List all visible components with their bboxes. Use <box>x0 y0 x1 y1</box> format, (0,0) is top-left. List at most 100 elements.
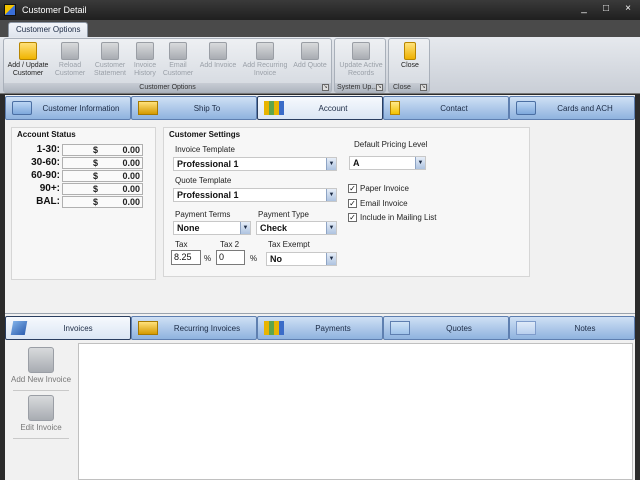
tax-percent-sign: % <box>204 254 212 263</box>
select-value: No <box>270 254 282 264</box>
history-icon <box>136 42 154 60</box>
box-icon <box>138 101 158 115</box>
divider <box>13 438 69 439</box>
tab-contact[interactable]: Contact <box>383 96 509 120</box>
pricing-level-select[interactable]: A ▼ <box>349 156 426 170</box>
payment-type-select[interactable]: Check ▼ <box>256 221 337 235</box>
tax-exempt-label: Tax Exempt <box>268 240 310 249</box>
add-update-customer-button[interactable]: Add / Update Customer <box>6 41 50 83</box>
currency-symbol: $ <box>93 145 99 155</box>
email-invoice-checkbox[interactable]: ✓ <box>348 199 357 208</box>
amount-value: 0.00 <box>122 184 140 194</box>
app-icon <box>4 4 16 16</box>
tab-invoices[interactable]: Invoices <box>5 316 131 340</box>
minimize-button[interactable]: _ <box>578 3 590 15</box>
currency-symbol: $ <box>93 197 99 207</box>
button-label: Edit Invoice <box>20 423 62 432</box>
tab-label: Cards and ACH <box>557 103 613 113</box>
add-invoice-icon <box>209 42 227 60</box>
box-icon <box>138 321 158 335</box>
tax2-input[interactable]: 0 <box>216 250 245 265</box>
ribbon: Add / Update Customer Reload Customer Cu… <box>0 37 640 94</box>
currency-symbol: $ <box>93 184 99 194</box>
quote-template-select[interactable]: Professional 1 ▼ <box>173 188 337 202</box>
close-button[interactable]: Close <box>390 41 430 83</box>
tab-label: Contact <box>440 103 468 113</box>
dialog-launcher-icon[interactable]: ↘ <box>376 84 383 91</box>
add-invoice-button[interactable]: Add Invoice <box>196 41 240 83</box>
tax-input[interactable]: 8.25 <box>171 250 201 265</box>
account-row: 30-60: $ 0.00 <box>12 157 157 169</box>
tab-quotes[interactable]: Quotes <box>383 316 509 340</box>
tax-exempt-select[interactable]: No ▼ <box>266 252 337 266</box>
paper-invoice-checkbox[interactable]: ✓ <box>348 184 357 193</box>
ribbon-group-close: Close Close ↘ <box>388 38 430 93</box>
button-label: Add / Update <box>7 62 49 69</box>
chevron-down-icon: ▼ <box>240 222 250 234</box>
tab-account[interactable]: Account <box>257 96 383 120</box>
ribbon-group-system-update: Update Active Records System Up... ↘ <box>334 38 386 93</box>
tab-notes[interactable]: Notes <box>509 316 635 340</box>
divider <box>13 390 69 391</box>
close-window-button[interactable]: × <box>622 3 634 15</box>
ribbon-tab-customer-options[interactable]: Customer Options <box>8 22 89 38</box>
amount-value: 0.00 <box>122 197 140 207</box>
tab-ship-to[interactable]: Ship To <box>131 96 257 120</box>
dialog-launcher-icon[interactable]: ↘ <box>322 84 329 91</box>
tab-customer-information[interactable]: Customer Information <box>5 96 131 120</box>
maximize-button[interactable]: □ <box>600 3 612 15</box>
button-label: Customer <box>12 70 44 77</box>
pricing-level-label: Default Pricing Level <box>354 140 428 149</box>
add-recurring-invoice-button[interactable]: Add Recurring Invoice <box>240 41 290 83</box>
chevron-down-icon: ▼ <box>415 157 425 169</box>
button-label: Statement <box>94 70 126 77</box>
update-active-records-button[interactable]: Update Active Records <box>337 41 385 83</box>
edit-invoice-button[interactable]: Edit Invoice <box>9 395 73 432</box>
invoice-template-select[interactable]: Professional 1 ▼ <box>173 157 337 171</box>
tax2-label: Tax 2 <box>220 240 240 249</box>
tab-label: Payments <box>315 323 351 333</box>
button-label: Customer <box>94 62 126 69</box>
amount-value: 0.00 <box>122 158 140 168</box>
button-label: Add Quote <box>293 62 327 69</box>
select-value: Professional 1 <box>177 190 239 200</box>
mailing-list-checkbox[interactable]: ✓ <box>348 213 357 222</box>
tab-recurring-invoices[interactable]: Recurring Invoices <box>131 316 257 340</box>
customer-statement-button[interactable]: Customer Statement <box>90 41 130 83</box>
button-label: Reload <box>58 62 82 69</box>
invoice-template-label: Invoice Template <box>175 145 235 154</box>
customer-settings-box: Customer Settings Invoice Template Profe… <box>163 127 530 277</box>
chevron-down-icon: ▼ <box>326 253 336 265</box>
tab-cards-and-ach[interactable]: Cards and ACH <box>509 96 635 120</box>
tab-payments[interactable]: Payments <box>257 316 383 340</box>
row-label: 90+: <box>39 183 60 194</box>
customer-settings-title: Customer Settings <box>169 130 241 139</box>
note-icon <box>516 321 536 335</box>
invoice-history-button[interactable]: Invoice History <box>128 41 162 83</box>
invoice-list[interactable] <box>78 343 633 480</box>
button-label: Invoice <box>253 70 277 77</box>
reload-customer-button[interactable]: Reload Customer <box>52 41 88 83</box>
currency-symbol: $ <box>93 171 99 181</box>
chart-icon <box>264 101 284 115</box>
update-icon <box>352 42 370 60</box>
amount-field: $ 0.00 <box>62 170 143 182</box>
account-row: BAL: $ 0.00 <box>12 196 157 208</box>
close-door-icon <box>404 42 416 60</box>
payment-terms-select[interactable]: None ▼ <box>173 221 251 235</box>
amount-field: $ 0.00 <box>62 157 143 169</box>
document-tabs: Invoices Recurring Invoices Payments Quo… <box>5 315 635 341</box>
dialog-launcher-icon[interactable]: ↘ <box>420 84 427 91</box>
tax-label: Tax <box>175 240 188 249</box>
add-new-invoice-button[interactable]: Add New Invoice <box>9 347 73 384</box>
button-label: Customer <box>54 70 86 77</box>
tab-label: Quotes <box>446 323 472 333</box>
button-label: Records <box>347 70 375 77</box>
chart-icon <box>264 321 284 335</box>
email-customer-button[interactable]: Email Customer <box>160 41 196 83</box>
credit-card-icon <box>516 101 536 115</box>
card-icon <box>12 101 32 115</box>
add-quote-button[interactable]: Add Quote <box>290 41 330 83</box>
select-value: Check <box>260 223 288 233</box>
statement-icon <box>101 42 119 60</box>
